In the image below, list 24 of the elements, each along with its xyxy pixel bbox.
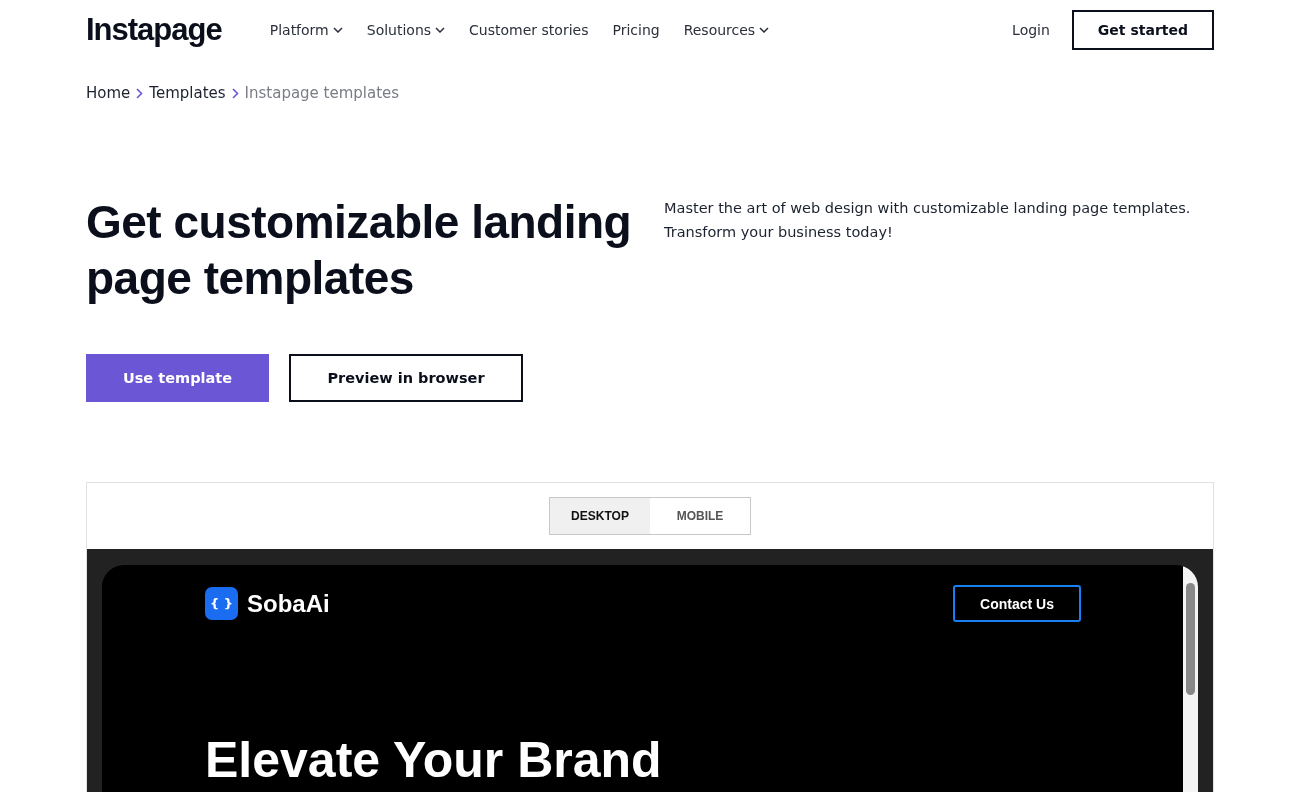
site-logo: SobaAi [247, 589, 330, 618]
chevron-right-icon [136, 87, 144, 99]
preview-button[interactable]: Preview in browser [289, 354, 523, 402]
chevron-right-icon [231, 87, 239, 99]
nav-link[interactable]: Platform [269, 22, 343, 38]
get-started-button[interactable]: Get started [1071, 10, 1214, 50]
nav-link[interactable]: Customer stories [469, 22, 589, 38]
site-headline: Elevate Your Brand [205, 732, 663, 788]
logo[interactable]: Instapage [86, 12, 222, 48]
use-template-button[interactable]: Use template [86, 354, 269, 402]
scrollbar[interactable] [1183, 565, 1198, 792]
contact-button[interactable]: Contact Us [953, 585, 1081, 622]
breadcrumb-link[interactable]: Instapage templates [244, 84, 400, 102]
breadcrumb-link[interactable]: Templates [149, 84, 226, 102]
device-tab[interactable]: DESKTOP [550, 498, 650, 534]
login-link[interactable]: Login [1012, 22, 1050, 38]
scrollbar-thumb[interactable] [1186, 583, 1195, 695]
nav-link[interactable]: Resources [683, 22, 770, 38]
nav-link[interactable]: Solutions [366, 22, 446, 38]
logo-mark: { } [205, 587, 238, 620]
hero-title: Get customizable landing page templates [86, 195, 633, 306]
breadcrumb-link[interactable]: Home [86, 84, 131, 102]
hero-description: Master the art of web design with customizable landing page templates. Transform your business today! [664, 199, 1192, 242]
nav-link[interactable]: Pricing [612, 22, 660, 38]
